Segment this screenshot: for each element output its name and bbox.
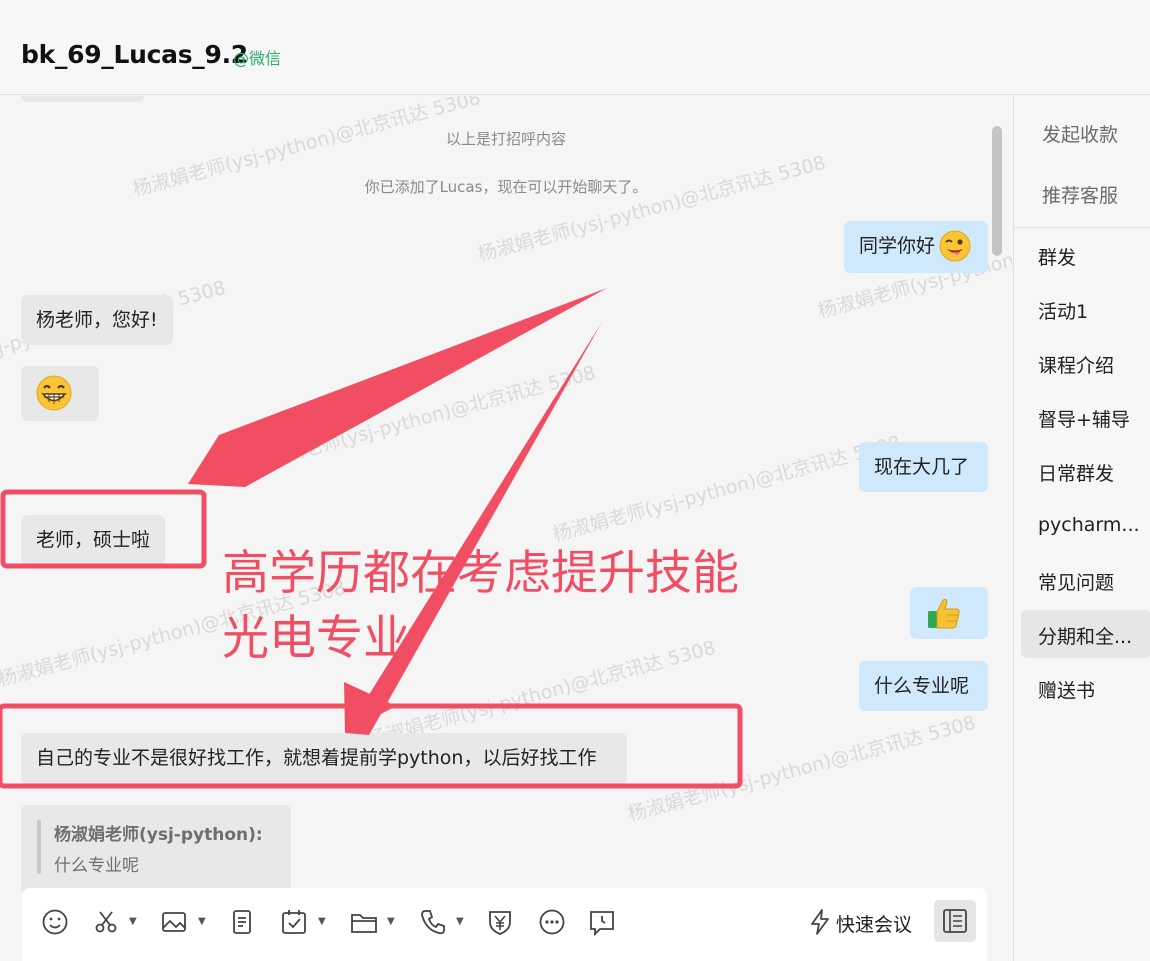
message-bubble[interactable]: [910, 587, 988, 639]
more-icon[interactable]: [536, 906, 568, 938]
input-toolbar: ▼ ▼ ▼ ▼ ▼ 快速会议: [22, 888, 987, 961]
chevron-down-icon[interactable]: ▼: [456, 916, 464, 927]
chevron-down-icon[interactable]: ▼: [318, 916, 326, 927]
watermark-text: 杨淑娟老师(ysj-python)@北京讯达 5308: [476, 152, 828, 266]
thumbs-up-icon: [928, 598, 960, 629]
wechat-tag: @微信: [233, 49, 282, 68]
chat-scrollbar[interactable]: [992, 126, 1002, 256]
quote-bar: [37, 820, 41, 874]
sidebar-item[interactable]: 常见问题: [1038, 568, 1148, 595]
sidebar-divider: [1014, 227, 1150, 228]
message-bubble[interactable]: 同学你好: [844, 221, 988, 273]
message-text: 老师，硕士啦: [36, 529, 151, 551]
document-icon[interactable]: [226, 906, 258, 938]
sidebar-item[interactable]: 日常群发: [1038, 459, 1148, 486]
quoted-message-bubble[interactable]: 杨淑娟老师(ysj-python): 什么专业呢: [21, 805, 291, 895]
chevron-down-icon[interactable]: ▼: [387, 916, 395, 927]
chevron-down-icon[interactable]: ▼: [198, 916, 206, 927]
calendar-check-icon[interactable]: [278, 906, 310, 938]
sidebar-item[interactable]: pycharm...: [1038, 514, 1148, 536]
scissors-icon[interactable]: [90, 906, 122, 938]
sidebar-item-active[interactable]: 分期和全...: [1038, 622, 1148, 649]
system-notice-greeting: 以上是打招呼内容: [445, 130, 566, 148]
quote-text: 什么专业呢: [54, 856, 139, 876]
sidebar-item[interactable]: 课程介绍: [1038, 351, 1148, 378]
wink-emoji-icon: [939, 230, 971, 262]
quote-author: 杨淑娟老师(ysj-python):: [54, 825, 263, 845]
yuan-shield-icon[interactable]: [484, 906, 516, 938]
message-text: 现在大几了: [874, 456, 970, 478]
sidebar-item[interactable]: 赠送书: [1038, 676, 1148, 703]
sidebar-item[interactable]: 群发: [1038, 243, 1148, 270]
watermark-text: 杨淑娟老师(ysj-python)@北京讯达 5308: [551, 432, 903, 546]
message-bubble[interactable]: 自己的专业不是很好找工作，就想着提前学python，以后好找工作: [21, 733, 627, 784]
lightning-icon[interactable]: [804, 906, 836, 938]
folder-icon[interactable]: [348, 906, 380, 938]
quick-reply-sidebar: 发起收款 推荐客服 群发 活动1 课程介绍 督导+辅导 日常群发 pycharm…: [1013, 96, 1150, 961]
recommend-service-button[interactable]: 推荐客服: [1042, 181, 1118, 208]
annotation-line-1: 高学历都在考虑提升技能: [222, 546, 739, 601]
message-text: 自己的专业不是很好找工作，就想着提前学python，以后好找工作: [36, 747, 597, 769]
sidebar-item[interactable]: 活动1: [1038, 297, 1148, 324]
image-icon[interactable]: [158, 906, 190, 938]
message-bubble[interactable]: 现在大几了: [859, 442, 988, 492]
chat-header: bk_69_Lucas_9.2 @微信: [0, 0, 1150, 95]
message-bubble[interactable]: 老师，硕士啦: [21, 515, 166, 565]
chat-clock-icon[interactable]: [586, 906, 618, 938]
panel-icon: [943, 909, 967, 933]
watermark-text: 杨淑娟老师(ysj-python)@北京讯达 5308: [246, 362, 598, 476]
message-bubble[interactable]: [21, 366, 99, 421]
phone-icon[interactable]: [417, 906, 449, 938]
side-panel-toggle-button[interactable]: [934, 900, 976, 942]
message-text: 什么专业呢: [874, 675, 970, 697]
chevron-down-icon[interactable]: ▼: [129, 916, 137, 927]
grin-emoji-icon: [36, 375, 72, 411]
message-bubble[interactable]: 什么专业呢: [859, 661, 988, 711]
message-text: 同学你好: [859, 235, 936, 257]
watermark-text: 杨淑娟老师(ysj-python)@北京讯达 5308: [626, 712, 978, 826]
chat-title: bk_69_Lucas_9.2: [21, 40, 248, 69]
system-notice-added: 你已添加了Lucas，现在可以开始聊天了。: [364, 178, 648, 196]
sidebar-item[interactable]: 督导+辅导: [1038, 405, 1148, 432]
initiate-payment-button[interactable]: 发起收款: [1042, 120, 1118, 147]
quick-meeting-button[interactable]: 快速会议: [836, 910, 912, 937]
emoji-icon[interactable]: [39, 906, 71, 938]
message-bubble[interactable]: 杨老师，您好!: [21, 295, 173, 345]
partial-message-bubble: [21, 96, 144, 102]
annotation-line-2: 光电专业: [222, 611, 410, 666]
message-text: 杨老师，您好!: [36, 309, 158, 331]
